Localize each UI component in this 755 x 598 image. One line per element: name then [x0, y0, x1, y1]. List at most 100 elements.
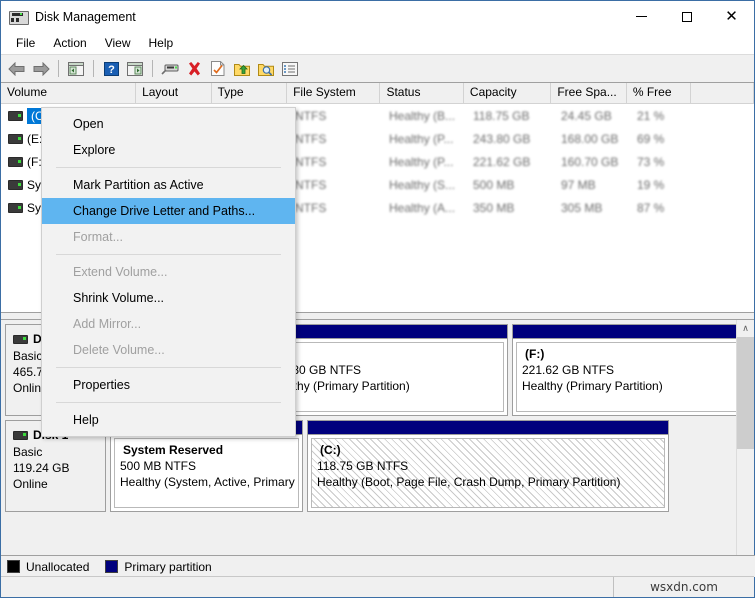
- context-menu-item-open[interactable]: Open: [42, 111, 295, 137]
- show-hide-console-tree-icon[interactable]: [65, 58, 87, 80]
- column-header-type[interactable]: Type: [212, 83, 288, 103]
- context-menu-separator: [56, 402, 281, 403]
- maximize-button[interactable]: [664, 1, 709, 32]
- window-controls: ✕: [619, 1, 754, 32]
- scrollbar-thumb[interactable]: [737, 337, 754, 449]
- cell-free: 97 MB: [555, 178, 631, 192]
- toolbar: ?: [1, 54, 754, 83]
- cell-filesystem: NTFS: [289, 178, 383, 192]
- cell-percent: 73 %: [631, 155, 696, 169]
- legend-label-unallocated: Unallocated: [26, 560, 89, 574]
- disk-state: Online: [13, 476, 105, 492]
- cell-capacity: 243.80 GB: [467, 132, 555, 146]
- cell-capacity: 350 MB: [467, 201, 555, 215]
- partition-color-bar: [513, 325, 749, 339]
- volume-context-menu: OpenExplore Mark Partition as ActiveChang…: [41, 107, 296, 437]
- disk-icon: [13, 431, 28, 440]
- cell-percent: 69 %: [631, 132, 696, 146]
- volume-label: Sy: [27, 178, 41, 192]
- legend: Unallocated Primary partition: [1, 555, 755, 577]
- partition-size: 243.80 GB NTFS: [269, 362, 503, 378]
- context-menu-item-change-drive-letter-and-paths[interactable]: Change Drive Letter and Paths...: [42, 198, 295, 224]
- status-bar: wsxdn.com: [1, 576, 754, 597]
- window-title: Disk Management: [35, 10, 136, 24]
- partition-details: (F:)221.62 GB NTFSHealthy (Primary Parti…: [516, 342, 746, 412]
- menu-action[interactable]: Action: [44, 34, 95, 52]
- cell-capacity: 500 MB: [467, 178, 555, 192]
- menu-view[interactable]: View: [96, 34, 140, 52]
- menu-file[interactable]: File: [7, 34, 44, 52]
- column-header-layout[interactable]: Layout: [136, 83, 212, 103]
- column-header-volume[interactable]: Volume: [1, 83, 136, 103]
- partition-size: 221.62 GB NTFS: [522, 362, 745, 378]
- menu-bar: File Action View Help: [1, 32, 754, 54]
- scroll-up-button[interactable]: ∧: [737, 320, 754, 337]
- cell-filesystem: NTFS: [289, 155, 383, 169]
- legend-swatch-primary: [105, 560, 118, 573]
- disk-management-window: Disk Management ✕ File Action View Help …: [0, 0, 755, 598]
- partition-status: Healthy (Primary Partition): [269, 378, 503, 394]
- partition-block[interactable]: 243.80 GB NTFSHealthy (Primary Partition…: [259, 324, 508, 416]
- context-menu-item-add-mirror: Add Mirror...: [42, 311, 295, 337]
- column-header-capacity[interactable]: Capacity: [464, 83, 551, 103]
- close-button[interactable]: ✕: [709, 1, 754, 32]
- column-header-free-spa[interactable]: Free Spa...: [551, 83, 627, 103]
- back-icon[interactable]: [6, 58, 28, 80]
- volume-drive-icon: [8, 157, 23, 167]
- disk-type: Basic: [13, 444, 105, 460]
- cell-free: 168.00 GB: [555, 132, 631, 146]
- partition-size: 500 MB NTFS: [120, 458, 298, 474]
- volume-drive-icon: [8, 134, 23, 144]
- context-menu-item-mark-partition-as-active[interactable]: Mark Partition as Active: [42, 172, 295, 198]
- legend-label-primary: Primary partition: [124, 560, 211, 574]
- partition-color-bar: [260, 325, 507, 339]
- column-header-free[interactable]: % Free: [627, 83, 692, 103]
- partition-details: (C:)118.75 GB NTFSHealthy (Boot, Page Fi…: [311, 438, 665, 508]
- partition-block[interactable]: (F:)221.62 GB NTFSHealthy (Primary Parti…: [512, 324, 750, 416]
- find-icon[interactable]: [255, 58, 277, 80]
- partition-status: Healthy (System, Active, Primary I: [120, 474, 298, 490]
- volume-drive-icon: [8, 180, 23, 190]
- context-menu-item-extend-volume: Extend Volume...: [42, 259, 295, 285]
- cell-status: Healthy (P...: [383, 155, 467, 169]
- partition-status: Healthy (Primary Partition): [522, 378, 745, 394]
- cell-status: Healthy (S...: [383, 178, 467, 192]
- cell-percent: 21 %: [631, 109, 696, 123]
- disk-management-icon: [9, 9, 27, 25]
- context-menu-separator: [56, 367, 281, 368]
- column-header-file-system[interactable]: File System: [287, 83, 380, 103]
- show-hide-action-pane-icon[interactable]: [124, 58, 146, 80]
- help-icon[interactable]: ?: [100, 58, 122, 80]
- title-bar: Disk Management ✕: [1, 1, 754, 32]
- menu-help[interactable]: Help: [140, 34, 183, 52]
- delete-icon[interactable]: [183, 58, 205, 80]
- partition-block[interactable]: (C:)118.75 GB NTFSHealthy (Boot, Page Fi…: [307, 420, 669, 512]
- graphical-pane-scrollbar[interactable]: ∧ ∨: [736, 320, 754, 594]
- volume-list-header: VolumeLayoutTypeFile SystemStatusCapacit…: [1, 83, 754, 104]
- minimize-icon: [636, 16, 647, 17]
- context-menu-item-format: Format...: [42, 224, 295, 250]
- cell-status: Healthy (A...: [383, 201, 467, 215]
- context-menu-item-help[interactable]: Help: [42, 407, 295, 433]
- export-list-icon[interactable]: [231, 58, 253, 80]
- context-menu-item-shrink-volume[interactable]: Shrink Volume...: [42, 285, 295, 311]
- context-menu-separator: [56, 254, 281, 255]
- disk-size: 119.24 GB: [13, 460, 105, 476]
- volume-drive-icon: [8, 203, 23, 213]
- disk-icon: [13, 335, 28, 344]
- partition-label: System Reserved: [120, 442, 298, 458]
- partition-status: Healthy (Boot, Page File, Crash Dump, Pr…: [317, 474, 664, 490]
- minimize-button[interactable]: [619, 1, 664, 32]
- properties-icon[interactable]: [207, 58, 229, 80]
- column-header-blank[interactable]: [691, 83, 754, 103]
- context-menu-item-explore[interactable]: Explore: [42, 137, 295, 163]
- svg-text:?: ?: [108, 64, 115, 76]
- forward-icon[interactable]: [30, 58, 52, 80]
- column-header-status[interactable]: Status: [380, 83, 463, 103]
- watermark: wsxdn.com: [614, 580, 754, 594]
- context-menu-item-properties[interactable]: Properties: [42, 372, 295, 398]
- rescan-disks-icon[interactable]: [159, 58, 181, 80]
- context-menu-separator: [56, 167, 281, 168]
- detail-view-icon[interactable]: [279, 58, 301, 80]
- cell-capacity: 118.75 GB: [467, 109, 555, 123]
